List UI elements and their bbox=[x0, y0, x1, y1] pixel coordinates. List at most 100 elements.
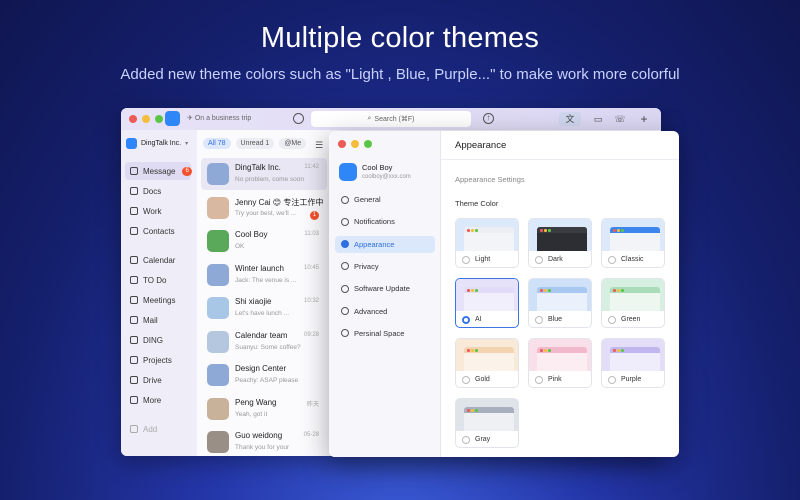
chat-name: Winter launch bbox=[235, 263, 284, 273]
divider bbox=[441, 159, 679, 160]
plus-icon[interactable]: + bbox=[637, 112, 651, 126]
sidebar-item-projects[interactable]: Projects bbox=[125, 351, 191, 369]
left-nav: DingTalk Inc. ▾ Message 6 Docs Work Contacts… bbox=[121, 130, 197, 456]
sidebar-item-mail[interactable]: Mail bbox=[125, 311, 191, 329]
headset-icon[interactable]: ☏ bbox=[613, 112, 627, 126]
sidebar-item-label: More bbox=[143, 395, 162, 405]
user-avatar[interactable] bbox=[165, 111, 180, 126]
settings-item-label: Privacy bbox=[354, 261, 379, 271]
radio-icon[interactable] bbox=[462, 316, 470, 324]
chat-row[interactable]: Cool Boy OK 11:03 bbox=[201, 225, 327, 257]
theme-name: Light bbox=[475, 256, 491, 263]
chat-row[interactable]: Shi xiaojie Let's have lunch ... 10:32 bbox=[201, 292, 327, 324]
theme-option-ai[interactable]: AI bbox=[455, 278, 519, 328]
settings-item-software-update[interactable]: Software Update bbox=[335, 280, 435, 297]
avatar bbox=[207, 397, 229, 420]
history-icon[interactable] bbox=[293, 113, 304, 124]
minimize-icon[interactable] bbox=[351, 140, 359, 148]
chat-filters: All 78 Unread 1 @Me bbox=[203, 138, 307, 149]
profile-avatar[interactable] bbox=[339, 163, 357, 181]
settings-item-general[interactable]: General bbox=[335, 191, 435, 208]
settings-item-label: Advanced bbox=[354, 306, 388, 316]
chat-list: All 78 Unread 1 @Me ☰ DingTalk Inc. No pr… bbox=[197, 130, 331, 456]
projects-icon bbox=[130, 356, 138, 364]
theme-option-dark[interactable]: Dark bbox=[528, 218, 592, 268]
theme-name: AI bbox=[475, 316, 482, 323]
radio-icon[interactable] bbox=[535, 256, 543, 264]
theme-option-blue[interactable]: Blue bbox=[528, 278, 592, 328]
sidebar-item-drive[interactable]: Drive bbox=[125, 371, 191, 389]
theme-option-classic[interactable]: Classic bbox=[601, 218, 665, 268]
filter-mentions[interactable]: @Me bbox=[279, 138, 307, 149]
settings-item-label: Appearance bbox=[354, 239, 395, 249]
drive-icon bbox=[130, 376, 138, 384]
theme-color-label: Theme Color bbox=[455, 199, 499, 208]
theme-name: Purple bbox=[621, 376, 642, 383]
chat-row[interactable]: Design Center Peachy: ASAP please bbox=[201, 359, 327, 391]
sidebar-item-docs[interactable]: Docs bbox=[125, 182, 191, 200]
sidebar-item-label: Docs bbox=[143, 186, 162, 196]
settings-item-persinal-space[interactable]: Persinal Space bbox=[335, 325, 435, 342]
sidebar-item-work[interactable]: Work bbox=[125, 202, 191, 220]
docs-icon bbox=[130, 187, 138, 195]
sidebar-item-contacts[interactable]: Contacts bbox=[125, 222, 191, 240]
section-title: Appearance Settings bbox=[455, 175, 525, 184]
chat-preview: Peachy: ASAP please bbox=[235, 377, 299, 384]
radio-icon[interactable] bbox=[535, 376, 543, 384]
radio-icon[interactable] bbox=[462, 376, 470, 384]
chat-name: DingTalk Inc. bbox=[235, 163, 281, 172]
radio-icon[interactable] bbox=[608, 376, 616, 384]
chat-preview: OK bbox=[235, 243, 245, 250]
menu-icon[interactable]: ☰ bbox=[315, 140, 323, 151]
unread-badge: 1 bbox=[310, 210, 319, 220]
zoom-icon[interactable] bbox=[364, 140, 372, 148]
theme-preview bbox=[529, 279, 591, 311]
sidebar-item-label: Drive bbox=[143, 375, 162, 385]
theme-preview bbox=[602, 339, 664, 371]
theme-option-green[interactable]: Green bbox=[601, 278, 665, 328]
sidebar-item-message[interactable]: Message 6 bbox=[125, 162, 192, 180]
radio-icon[interactable] bbox=[608, 316, 616, 324]
close-icon[interactable] bbox=[338, 140, 346, 148]
minimize-icon[interactable] bbox=[142, 115, 150, 123]
theme-option-pink[interactable]: Pink bbox=[528, 338, 592, 388]
chat-row[interactable]: Peng Wang Yeah, got it 昨天 bbox=[201, 393, 327, 425]
theme-name: Gold bbox=[475, 376, 490, 383]
chat-row[interactable]: Winter launch Jack: The venue is ... 10:45 bbox=[201, 259, 327, 291]
chat-row[interactable]: Jenny Cai 😊 专注工作中 Try your best, we'll ..… bbox=[201, 192, 327, 224]
chat-row[interactable]: DingTalk Inc. No problem, come soon 11:42 bbox=[201, 158, 327, 190]
filter-unread[interactable]: Unread 1 bbox=[235, 138, 275, 149]
chat-row[interactable]: Guo weidong Thank you for your 05-28 bbox=[201, 426, 327, 456]
translate-icon[interactable]: 文 bbox=[559, 112, 581, 126]
org-switcher[interactable]: DingTalk Inc. ▾ bbox=[126, 138, 188, 149]
settings-item-privacy[interactable]: Privacy bbox=[335, 258, 435, 275]
sidebar-item-ding[interactable]: DING bbox=[125, 331, 191, 349]
status-text[interactable]: ✈ On a business trip bbox=[187, 114, 251, 122]
filter-all[interactable]: All 78 bbox=[203, 138, 231, 149]
theme-option-gray[interactable]: Gray bbox=[455, 398, 519, 448]
sidebar-item-calendar[interactable]: Calendar bbox=[125, 251, 191, 269]
sidebar-item-add[interactable]: Add bbox=[125, 420, 191, 438]
sidebar-item-label: Projects bbox=[143, 355, 172, 365]
sidebar-item-more[interactable]: More bbox=[125, 391, 191, 409]
create-icon[interactable]: ↑ bbox=[483, 113, 494, 124]
chevron-down-icon: ▾ bbox=[185, 141, 189, 147]
bell-icon bbox=[341, 217, 349, 226]
sidebar-item-meetings[interactable]: Meetings bbox=[125, 291, 191, 309]
screen-icon[interactable]: ▭ bbox=[591, 112, 605, 126]
settings-item-advanced[interactable]: Advanced bbox=[335, 303, 435, 320]
radio-icon[interactable] bbox=[462, 256, 470, 264]
theme-option-gold[interactable]: Gold bbox=[455, 338, 519, 388]
radio-icon[interactable] bbox=[535, 316, 543, 324]
settings-item-appearance[interactable]: Appearance bbox=[335, 235, 435, 253]
search-input[interactable]: ⌕ Search (⌘F) bbox=[311, 111, 471, 127]
chat-row[interactable]: Calendar team Suanyu: Some coffee? 09:28 bbox=[201, 326, 327, 358]
theme-option-light[interactable]: Light bbox=[455, 218, 519, 268]
sidebar-item-to-do[interactable]: TO Do bbox=[125, 271, 191, 289]
close-icon[interactable] bbox=[129, 115, 137, 123]
settings-item-notifications[interactable]: Notifications bbox=[335, 213, 435, 230]
radio-icon[interactable] bbox=[462, 436, 470, 444]
radio-icon[interactable] bbox=[608, 256, 616, 264]
zoom-icon[interactable] bbox=[155, 115, 163, 123]
theme-option-purple[interactable]: Purple bbox=[601, 338, 665, 388]
